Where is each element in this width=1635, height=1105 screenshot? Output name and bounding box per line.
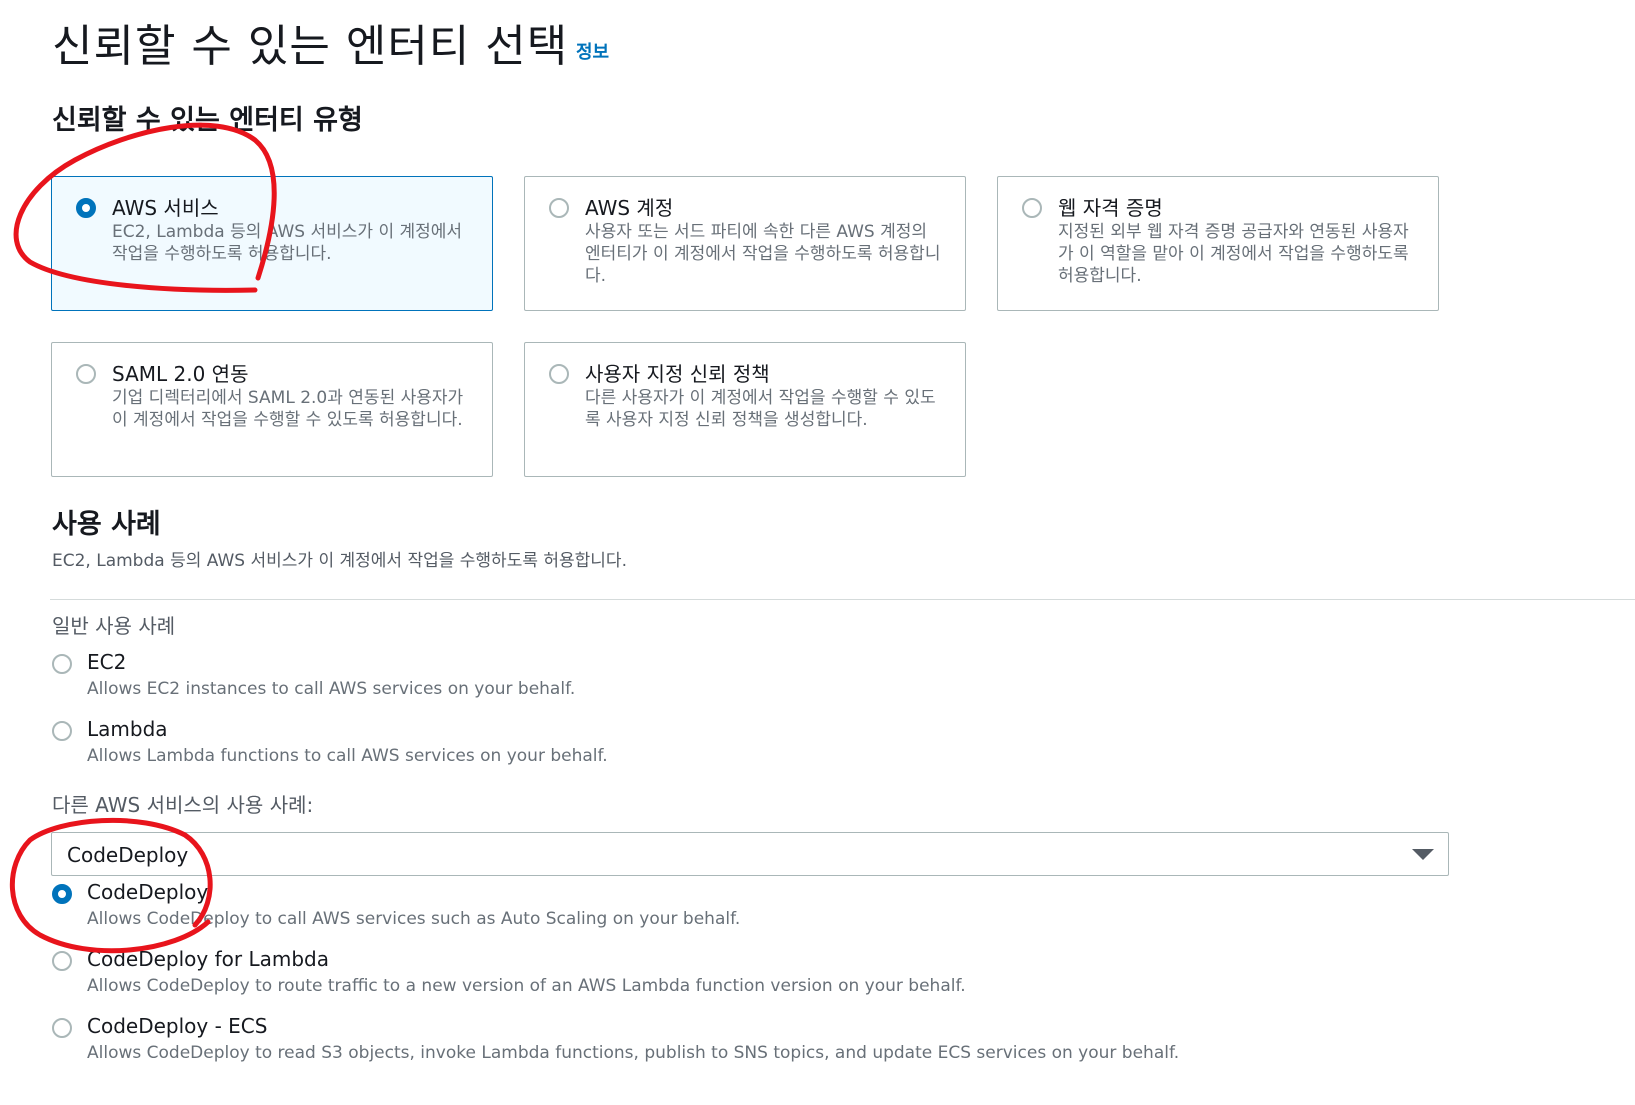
option-title: EC2 bbox=[87, 650, 127, 674]
use-case-option-codedeploy-lambda[interactable]: CodeDeploy for Lambda Allows CodeDeploy … bbox=[50, 947, 1450, 1007]
option-description: Allows Lambda functions to call AWS serv… bbox=[87, 746, 608, 766]
card-description: 지정된 외부 웹 자격 증명 공급자와 연동된 사용자가 이 역할을 맡아 이 … bbox=[1058, 222, 1409, 286]
use-case-option-codedeploy-ecs[interactable]: CodeDeploy - ECS Allows CodeDeploy to re… bbox=[50, 1014, 1450, 1074]
card-title: SAML 2.0 연동 bbox=[112, 362, 249, 386]
option-title: CodeDeploy bbox=[87, 880, 209, 904]
option-title: CodeDeploy for Lambda bbox=[87, 947, 329, 971]
entity-card-aws-account[interactable]: AWS 계정 사용자 또는 서드 파티에 속한 다른 AWS 계정의 엔터티가 … bbox=[524, 176, 966, 311]
radio-codedeploy[interactable] bbox=[52, 884, 72, 904]
card-description: 기업 디렉터리에서 SAML 2.0과 연동된 사용자가 이 계정에서 작업을 … bbox=[112, 388, 464, 430]
card-description: EC2, Lambda 등의 AWS 서비스가 이 계정에서 작업을 수행하도록… bbox=[112, 222, 463, 264]
radio-ec2[interactable] bbox=[52, 654, 72, 674]
service-select[interactable]: CodeDeploy bbox=[51, 832, 1449, 876]
radio-aws-account[interactable] bbox=[549, 198, 569, 218]
radio-codedeploy-ecs[interactable] bbox=[52, 1018, 72, 1038]
radio-aws-service[interactable] bbox=[76, 198, 96, 218]
use-case-option-codedeploy[interactable]: CodeDeploy Allows CodeDeploy to call AWS… bbox=[50, 880, 1450, 940]
radio-saml[interactable] bbox=[76, 364, 96, 384]
option-description: Allows CodeDeploy to route traffic to a … bbox=[87, 976, 966, 996]
card-title: AWS 서비스 bbox=[112, 196, 219, 220]
page-title: 신뢰할 수 있는 엔터티 선택 bbox=[52, 21, 569, 72]
card-title: 사용자 지정 신뢰 정책 bbox=[585, 362, 770, 386]
card-title: AWS 계정 bbox=[585, 196, 674, 220]
divider bbox=[50, 599, 1635, 600]
card-description: 사용자 또는 서드 파티에 속한 다른 AWS 계정의 엔터티가 이 계정에서 … bbox=[585, 222, 941, 286]
card-description: 다른 사용자가 이 계정에서 작업을 수행할 수 있도록 사용자 지정 신뢰 정… bbox=[585, 388, 936, 430]
card-title: 웹 자격 증명 bbox=[1058, 196, 1163, 220]
use-case-heading: 사용 사례 bbox=[52, 509, 161, 540]
entity-card-aws-service[interactable]: AWS 서비스 EC2, Lambda 등의 AWS 서비스가 이 계정에서 작… bbox=[51, 176, 493, 311]
option-title: Lambda bbox=[87, 717, 168, 741]
option-title: CodeDeploy - ECS bbox=[87, 1014, 268, 1038]
option-description: Allows CodeDeploy to call AWS services s… bbox=[87, 909, 741, 929]
select-value: CodeDeploy bbox=[67, 843, 189, 867]
option-description: Allows EC2 instances to call AWS service… bbox=[87, 679, 576, 699]
use-case-option-lambda[interactable]: Lambda Allows Lambda functions to call A… bbox=[50, 717, 1450, 777]
entity-type-heading: 신뢰할 수 있는 엔터티 유형 bbox=[52, 105, 363, 136]
radio-codedeploy-lambda[interactable] bbox=[52, 951, 72, 971]
use-case-option-ec2[interactable]: EC2 Allows EC2 instances to call AWS ser… bbox=[50, 650, 1450, 710]
radio-web-identity[interactable] bbox=[1022, 198, 1042, 218]
radio-custom-trust-policy[interactable] bbox=[549, 364, 569, 384]
common-use-cases-label: 일반 사용 사례 bbox=[52, 614, 176, 638]
radio-lambda[interactable] bbox=[52, 721, 72, 741]
entity-card-custom-trust-policy[interactable]: 사용자 지정 신뢰 정책 다른 사용자가 이 계정에서 작업을 수행할 수 있도… bbox=[524, 342, 966, 477]
caret-down-icon bbox=[1412, 849, 1434, 860]
other-use-cases-label: 다른 AWS 서비스의 사용 사례: bbox=[52, 793, 314, 817]
option-description: Allows CodeDeploy to read S3 objects, in… bbox=[87, 1043, 1180, 1063]
entity-card-web-identity[interactable]: 웹 자격 증명 지정된 외부 웹 자격 증명 공급자와 연동된 사용자가 이 역… bbox=[997, 176, 1439, 311]
entity-card-saml[interactable]: SAML 2.0 연동 기업 디렉터리에서 SAML 2.0과 연동된 사용자가… bbox=[51, 342, 493, 477]
use-case-subtitle: EC2, Lambda 등의 AWS 서비스가 이 계정에서 작업을 수행하도록… bbox=[52, 551, 627, 571]
info-link[interactable]: 정보 bbox=[576, 38, 609, 64]
